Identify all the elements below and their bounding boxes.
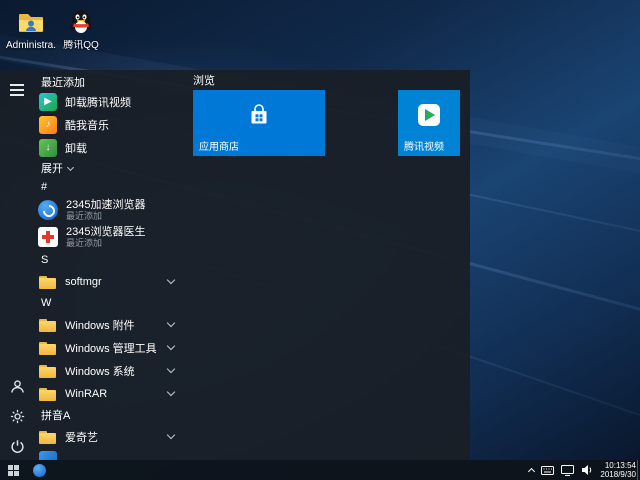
touch-keyboard-icon[interactable]: [541, 466, 554, 475]
app-item-uninstall[interactable]: ↓ 卸载: [34, 136, 186, 159]
tencent-video-icon: [416, 102, 442, 133]
tencent-video-uninstall-icon: ▶: [39, 93, 57, 111]
app-item-label: Windows 管理工具: [65, 340, 157, 356]
app-item-label: 卸载: [65, 140, 87, 156]
pinned-app-icon: [33, 464, 46, 477]
settings-button[interactable]: [0, 402, 34, 430]
section-header-pinyin-a[interactable]: 拼音A: [34, 405, 186, 425]
app-folder-windows-system[interactable]: Windows 系统: [34, 359, 186, 382]
app-folder-windows-admin-tools[interactable]: Windows 管理工具: [34, 336, 186, 359]
app-item-sublabel: 最近添加: [66, 238, 145, 248]
app-item-label: softmgr: [65, 276, 102, 288]
app-item-label: Windows 系统: [65, 363, 135, 379]
kuwo-music-icon: ♪: [39, 116, 57, 134]
app-item-label: 2345浏览器医生: [66, 226, 145, 238]
2345-doctor-icon: [38, 227, 58, 247]
app-item-uninstall-tencent-video[interactable]: ▶ 卸载腾讯视频: [34, 90, 186, 113]
power-icon: [10, 439, 25, 454]
volume-icon[interactable]: [581, 464, 593, 476]
gear-icon: [10, 409, 25, 424]
chevron-down-icon: [67, 163, 74, 170]
folder-icon: [39, 274, 57, 290]
menu-button[interactable]: [0, 76, 34, 104]
power-button[interactable]: [0, 432, 34, 460]
app-item-partial[interactable]: [34, 448, 186, 460]
qq-penguin-icon: [65, 6, 97, 38]
app-item-2345-browser-doctor[interactable]: 2345浏览器医生 最近添加: [34, 223, 186, 250]
chevron-down-icon: [167, 319, 175, 327]
system-tray: 10:13:54 2018/9/30: [529, 460, 636, 480]
store-bag-icon: [246, 102, 272, 133]
app-folder-softmgr[interactable]: softmgr: [34, 270, 186, 293]
user-folder-icon: [15, 6, 47, 38]
app-folder-windows-accessories[interactable]: Windows 附件: [34, 313, 186, 336]
show-hidden-icons-button[interactable]: [528, 467, 535, 474]
desktop-icon-label: 腾讯QQ: [63, 40, 99, 51]
chevron-down-icon: [167, 342, 175, 350]
start-button[interactable]: [0, 460, 27, 480]
folder-icon: [39, 317, 57, 333]
chevron-down-icon: [167, 276, 175, 284]
section-header-recent: 最近添加: [34, 74, 186, 90]
folder-icon: [39, 363, 57, 379]
section-header-w[interactable]: W: [34, 293, 186, 313]
app-item-label: 卸载腾讯视频: [65, 94, 131, 110]
app-item-label: Windows 附件: [65, 317, 135, 333]
desktop: Administra... 腾讯QQ: [0, 0, 640, 480]
start-menu-rail: [0, 70, 34, 460]
tile-label: 应用商店: [199, 138, 239, 153]
app-item-sublabel: 最近添加: [66, 211, 145, 221]
clock-date: 2018/9/30: [600, 470, 636, 479]
windows-logo-icon: [8, 465, 19, 476]
app-item-label: WinRAR: [65, 388, 107, 400]
desktop-icon-tencent-qq[interactable]: 腾讯QQ: [56, 6, 106, 51]
folder-icon: [39, 386, 57, 402]
tile-label: 腾讯视频: [404, 138, 444, 153]
app-folder-iqiyi[interactable]: 爱奇艺: [34, 425, 186, 448]
app-item-2345-browser[interactable]: 2345加速浏览器 最近添加: [34, 196, 186, 223]
start-menu: 最近添加 ▶ 卸载腾讯视频 ♪ 酷我音乐 ↓ 卸载 展开 # 234: [0, 70, 470, 460]
uninstall-icon: ↓: [39, 139, 57, 157]
section-header-s[interactable]: S: [34, 250, 186, 270]
chevron-down-icon: [167, 388, 175, 396]
desktop-icon-label: Administra...: [6, 40, 56, 51]
folder-icon: [39, 340, 57, 356]
taskbar-pinned-app[interactable]: [27, 460, 51, 480]
taskbar: 10:13:54 2018/9/30: [0, 460, 640, 480]
expand-button[interactable]: 展开: [34, 159, 186, 177]
clock-time: 10:13:54: [600, 461, 636, 470]
2345-browser-icon: [38, 200, 58, 220]
tile-group-header[interactable]: 浏览: [193, 72, 215, 88]
app-item-kuwo-music[interactable]: ♪ 酷我音乐: [34, 113, 186, 136]
app-item-label: 爱奇艺: [65, 429, 98, 445]
chevron-down-icon: [167, 365, 175, 373]
app-list: 最近添加 ▶ 卸载腾讯视频 ♪ 酷我音乐 ↓ 卸载 展开 # 234: [34, 74, 186, 460]
network-icon[interactable]: [561, 465, 574, 476]
chevron-down-icon: [167, 431, 175, 439]
desktop-icon-administrator[interactable]: Administra...: [6, 6, 56, 51]
tile-app-store[interactable]: 应用商店: [193, 90, 325, 156]
section-header-hash[interactable]: #: [34, 177, 186, 196]
folder-icon: [39, 429, 57, 445]
app-folder-winrar[interactable]: WinRAR: [34, 382, 186, 405]
app-item-text: 2345浏览器医生 最近添加: [66, 226, 145, 248]
app-item-text: 2345加速浏览器 最近添加: [66, 199, 145, 221]
taskbar-clock[interactable]: 10:13:54 2018/9/30: [600, 461, 636, 479]
app-item-label: 2345加速浏览器: [66, 199, 145, 211]
user-icon: [10, 379, 25, 394]
app-icon: [39, 451, 57, 461]
tile-tencent-video[interactable]: 腾讯视频: [398, 90, 460, 156]
app-item-label: 酷我音乐: [65, 117, 109, 133]
expand-label: 展开: [41, 160, 63, 176]
user-account-button[interactable]: [0, 372, 34, 400]
